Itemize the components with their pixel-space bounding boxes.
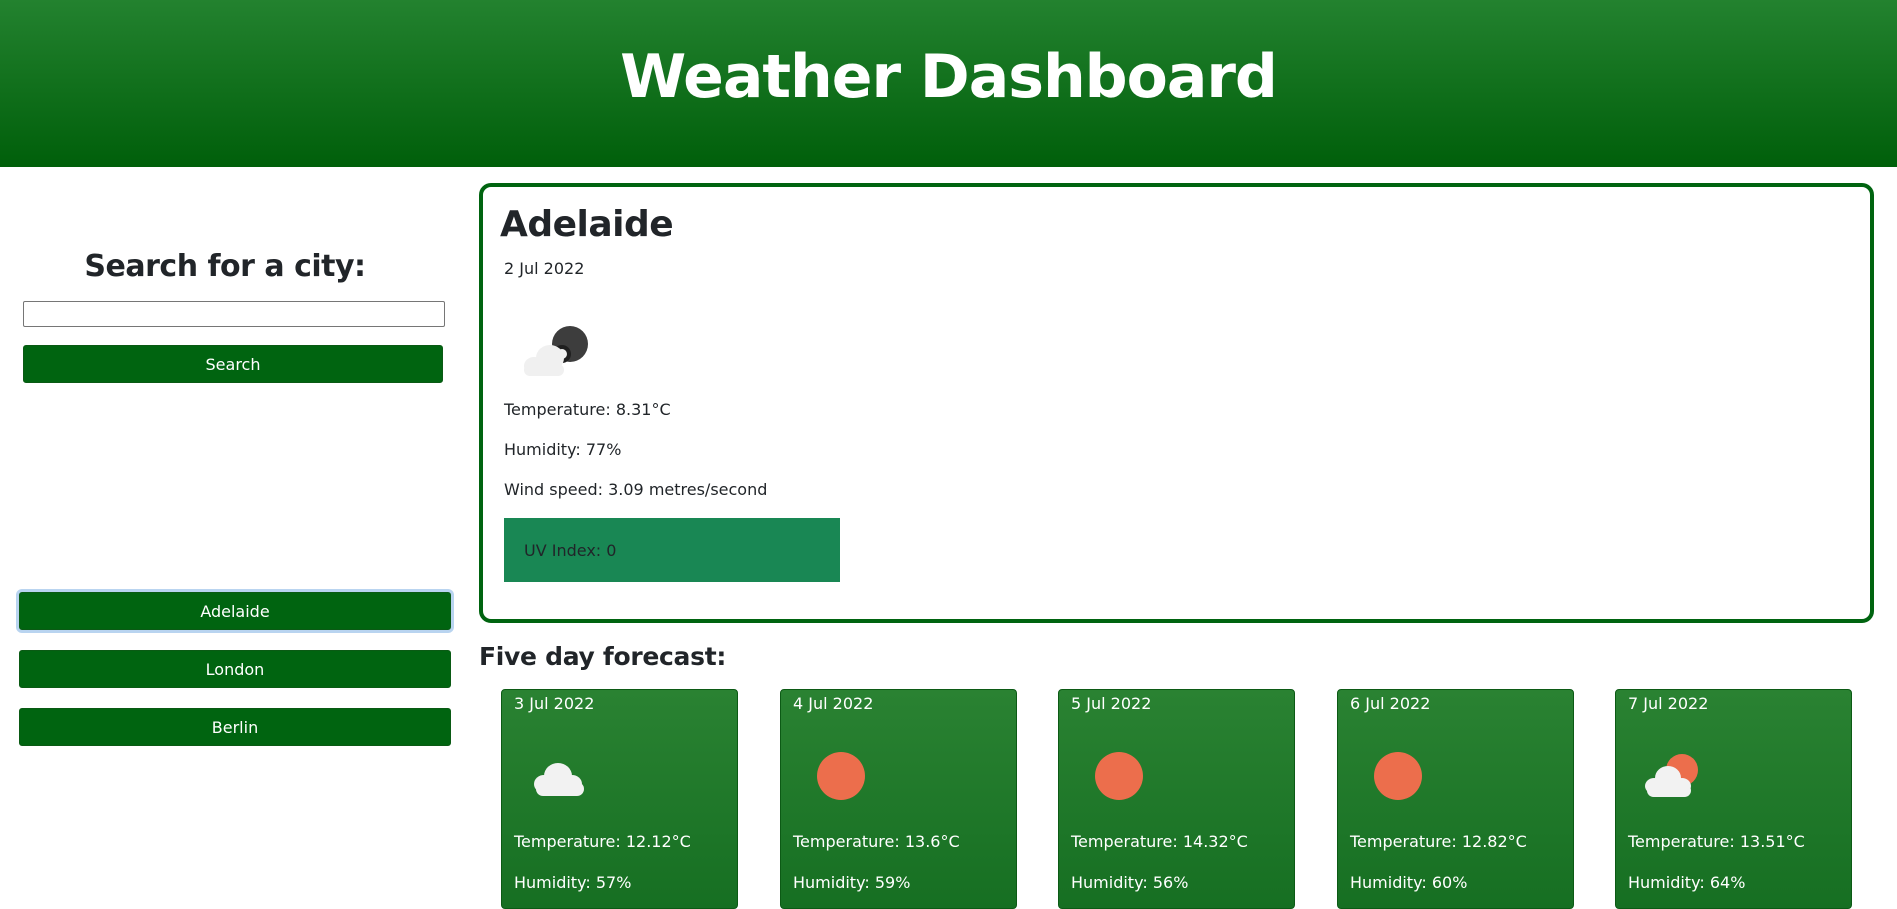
search-heading: Search for a city: <box>84 249 366 284</box>
forecast-date: 7 Jul 2022 <box>1628 694 1709 713</box>
history-city-button-london[interactable]: London <box>19 650 451 688</box>
history-city-button-berlin[interactable]: Berlin <box>19 708 451 746</box>
sun-icon <box>1085 750 1151 812</box>
forecast-card: 4 Jul 2022 Temperature: 13.6°C Humidity:… <box>780 689 1017 909</box>
forecast-temperature: Temperature: 14.32°C <box>1071 832 1248 851</box>
current-wind-speed: Wind speed: 3.09 metres/second <box>504 480 768 499</box>
page-title: Weather Dashboard <box>620 41 1278 112</box>
forecast-card: 6 Jul 2022 Temperature: 12.82°C Humidity… <box>1337 689 1574 909</box>
current-city-name: Adelaide <box>500 204 674 245</box>
forecast-humidity: Humidity: 57% <box>514 873 632 892</box>
forecast-card: 7 Jul 2022 Temperature: 13.51°C Humidity… <box>1615 689 1852 909</box>
uv-index-text: UV Index: 0 <box>524 540 617 560</box>
sun-icon <box>807 750 873 812</box>
search-button[interactable]: Search <box>23 345 443 383</box>
history-city-button-adelaide[interactable]: Adelaide <box>19 592 451 630</box>
city-search-input[interactable] <box>23 301 445 327</box>
forecast-humidity: Humidity: 64% <box>1628 873 1746 892</box>
uv-index-badge: UV Index: 0 <box>504 518 840 582</box>
forecast-temperature: Temperature: 13.51°C <box>1628 832 1805 851</box>
forecast-heading: Five day forecast: <box>479 642 727 671</box>
forecast-temperature: Temperature: 13.6°C <box>793 832 960 851</box>
partly-cloudy-night-icon <box>514 318 594 380</box>
current-temperature: Temperature: 8.31°C <box>504 400 671 419</box>
current-date: 2 Jul 2022 <box>504 259 585 278</box>
forecast-date: 6 Jul 2022 <box>1350 694 1431 713</box>
forecast-date: 3 Jul 2022 <box>514 694 595 713</box>
forecast-date: 5 Jul 2022 <box>1071 694 1152 713</box>
page-header: Weather Dashboard <box>0 0 1897 167</box>
partly-cloudy-day-icon <box>1642 750 1708 812</box>
cloud-icon <box>528 750 594 812</box>
forecast-card: 5 Jul 2022 Temperature: 14.32°C Humidity… <box>1058 689 1295 909</box>
forecast-humidity: Humidity: 60% <box>1350 873 1468 892</box>
forecast-humidity: Humidity: 59% <box>793 873 911 892</box>
forecast-temperature: Temperature: 12.12°C <box>514 832 691 851</box>
forecast-temperature: Temperature: 12.82°C <box>1350 832 1527 851</box>
forecast-date: 4 Jul 2022 <box>793 694 874 713</box>
current-humidity: Humidity: 77% <box>504 440 622 459</box>
forecast-humidity: Humidity: 56% <box>1071 873 1189 892</box>
sun-icon <box>1364 750 1430 812</box>
forecast-card: 3 Jul 2022 Temperature: 12.12°C Humidity… <box>501 689 738 909</box>
